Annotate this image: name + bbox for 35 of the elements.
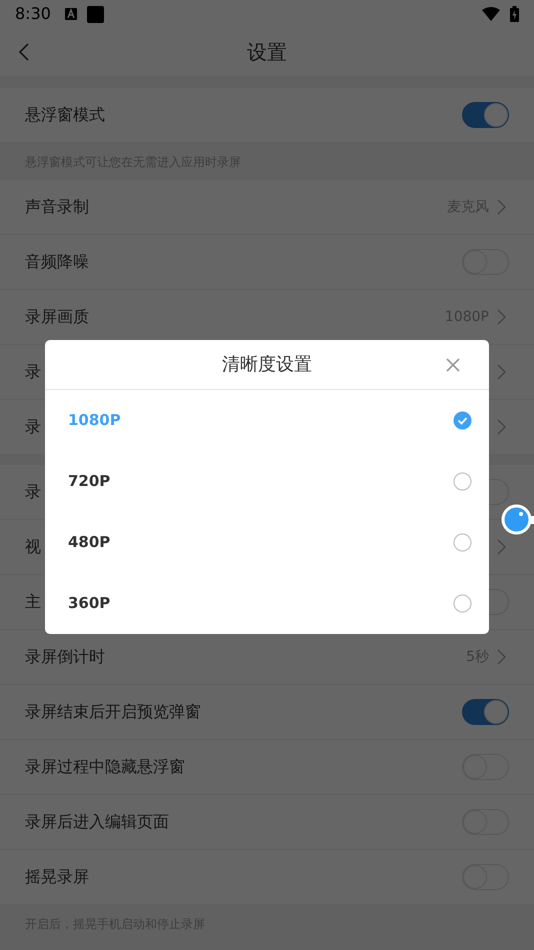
keyboard-a-icon	[64, 8, 77, 20]
chevron-right-icon	[497, 419, 506, 435]
dialog-title: 清晰度设置	[222, 353, 312, 377]
chevron-right-icon	[497, 364, 506, 380]
setting-label: 录屏倒计时	[25, 646, 105, 668]
page-title: 设置	[247, 39, 287, 66]
setting-label: 声音录制	[25, 196, 89, 218]
toggle-switch[interactable]	[462, 102, 509, 128]
chevron-right-icon	[497, 309, 506, 325]
setting-label: 录	[25, 416, 41, 438]
toggle-switch[interactable]	[462, 699, 509, 725]
setting-label: 录屏结束后开启预览弹窗	[25, 701, 201, 723]
chevron-right-icon	[497, 539, 506, 555]
resolution-option[interactable]: 720P	[45, 451, 489, 512]
resolution-option[interactable]: 360P	[45, 573, 489, 634]
status-time: 8:30	[15, 3, 51, 25]
setting-label: 主	[25, 591, 41, 613]
close-icon[interactable]	[446, 358, 460, 372]
chevron-right-icon	[497, 199, 506, 215]
chevron-right-icon	[497, 649, 506, 665]
setting-label: 录	[25, 481, 41, 503]
battery-icon	[510, 6, 519, 22]
square-icon	[86, 6, 104, 22]
setting-label: 录屏后进入编辑页面	[25, 811, 169, 833]
floating-record-ball-icon[interactable]	[501, 503, 534, 536]
setting-label: 悬浮窗模式	[25, 104, 105, 126]
setting-label: 录屏过程中隐藏悬浮窗	[25, 756, 185, 778]
setting-label: 音频降噪	[25, 251, 89, 273]
wifi-icon	[482, 7, 500, 21]
resolution-option[interactable]: 480P	[45, 512, 489, 573]
setting-label: 录	[25, 361, 41, 383]
setting-label: 摇晃录屏	[25, 866, 89, 888]
setting-label: 录屏画质	[25, 306, 89, 328]
setting-label: 视	[25, 536, 41, 558]
back-icon[interactable]	[18, 43, 30, 61]
